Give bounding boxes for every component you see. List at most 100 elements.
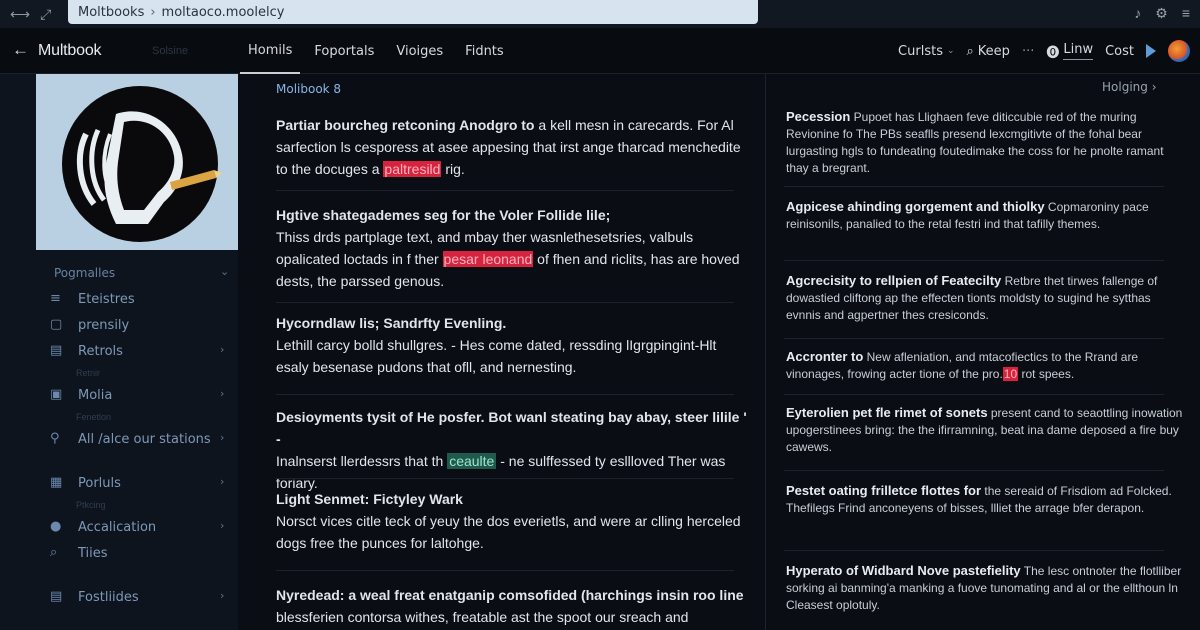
cursts-dropdown[interactable]: Curlsts ⌄ — [898, 44, 954, 59]
profile-avatar[interactable] — [36, 74, 238, 250]
sidebar-item-label: Tiies — [78, 545, 108, 561]
tab-foportals[interactable]: Foportals — [306, 28, 382, 74]
post-divider — [276, 190, 734, 191]
right-item-title: Agcrecisity to rellpien of Featecilty — [786, 273, 1002, 288]
post-text: Inalnserst llerdessrs that th — [276, 453, 448, 469]
post-item[interactable]: Partiar bourcheg retconing Anodgro to a … — [276, 114, 752, 180]
bell-icon[interactable]: ♪ — [1134, 5, 1141, 22]
firefox-logo-icon[interactable] — [1168, 40, 1190, 62]
sidebar-section-header[interactable]: Pogmalles ⌄ — [0, 260, 238, 286]
header-tabs: Homils Foportals Vioiges Fidnts — [240, 28, 518, 74]
back-arrow-icon[interactable]: ← — [12, 40, 29, 60]
right-divider — [784, 470, 1164, 471]
right-divider — [784, 338, 1164, 339]
square-icon: ▢ — [50, 317, 63, 332]
post-text: blessferien contorsa withes, freatable a… — [276, 609, 689, 625]
post-text-end: rig. — [441, 161, 465, 177]
sidebar-item-label: prensily — [78, 317, 130, 333]
sidebar-item-label: All /alce our stations — [78, 431, 211, 447]
right-item[interactable]: Hyperato of Widbard Nove pastefielity Th… — [786, 562, 1186, 614]
sidebar-item-stations[interactable]: ⚲ All /alce our stations › — [0, 426, 238, 452]
menu-icon[interactable]: ≡ — [1182, 5, 1190, 22]
header-right: Curlsts ⌄ ⌕ Keep ··· ⓿ Linw Cost — [898, 28, 1200, 74]
keep-search[interactable]: ⌕ Keep — [967, 44, 1010, 59]
post-item[interactable]: Hycorndlaw lis; Sandrfty Evenling. Lethi… — [276, 312, 752, 378]
right-item-text-end: rot spees. — [1018, 367, 1075, 381]
right-panel: Holging › Pecession Pupoet has Llighaen … — [765, 74, 1200, 630]
search-icon: ⌕ — [966, 43, 974, 59]
chevron-down-icon: ⌄ — [220, 265, 230, 278]
right-item[interactable]: Pestet oating frilletce flottes for the … — [786, 482, 1186, 517]
right-item-title: Hyperato of Widbard Nove pastefielity — [786, 563, 1021, 578]
sidebar-item-accalication[interactable]: ● Accalication › — [0, 514, 238, 540]
sidebar-item-label: Fostliides — [78, 589, 139, 605]
right-item[interactable]: Eyterolien pet fle rimet of sonets prese… — [786, 404, 1186, 456]
more-icon[interactable]: ··· — [1022, 44, 1034, 59]
sidebar-item-porluls[interactable]: ▦ Porluls › — [0, 470, 238, 496]
right-item[interactable]: Agpicese ahinding gorgement and thiolky … — [786, 198, 1186, 233]
url-path: moltaoco.moolelcy — [161, 4, 285, 20]
right-item[interactable]: Accronter to New afleniation, and mtacof… — [786, 348, 1186, 383]
profile-portrait-icon — [36, 74, 238, 250]
post-text: Lethill carcy bolld shullgres. - Hes com… — [276, 337, 717, 375]
live-button[interactable]: ⓿ Linw — [1046, 42, 1094, 61]
right-item-title: Agpicese ahinding gorgement and thiolky — [786, 199, 1045, 214]
post-title: Hgtive shategademes seg for the Voler Fo… — [276, 207, 611, 223]
right-item-highlight: 10 — [1002, 367, 1019, 381]
holding-label: Holging — [1102, 80, 1148, 94]
chevron-right-icon: › — [220, 431, 225, 444]
url-separator-icon: › — [150, 4, 156, 20]
brand-subtitle: Solsine — [152, 45, 189, 57]
post-item[interactable]: Light Senmet: Fictyley Wark Norsct vices… — [276, 488, 752, 554]
address-bar[interactable]: Moltbooks › moltaoco.moolelcy — [68, 0, 758, 24]
post-item[interactable]: Nyredead: a weal freat enatganip comsofi… — [276, 584, 752, 630]
location-icon: ⚲ — [50, 431, 60, 446]
right-divider — [784, 260, 1164, 261]
sidebar-caption — [0, 452, 238, 470]
post-divider — [276, 478, 734, 479]
right-item[interactable]: Pecession Pupoet has Llighaen feve ditic… — [786, 108, 1186, 177]
right-item-title: Pestet oating frilletce flottes for — [786, 483, 982, 498]
post-item[interactable]: Hgtive shategademes seg for the Voler Fo… — [276, 204, 752, 292]
sidebar-item-retrols[interactable]: ▤ Retrols › — [0, 338, 238, 364]
browser-chrome: ⟷ ⤢ Moltbooks › moltaoco.moolelcy ♪ ⚙ ≡ — [0, 0, 1200, 28]
post-item[interactable]: Desioyments tysit of He posfer. Bot wanl… — [276, 406, 752, 494]
chevron-right-icon: › — [220, 589, 225, 602]
post-title: Desioyments tysit of He posfer. Bot wanl… — [276, 409, 747, 447]
tab-vioiges[interactable]: Vioiges — [388, 28, 451, 74]
chevron-right-icon: › — [220, 519, 225, 532]
right-item[interactable]: Agcrecisity to rellpien of Featecilty Re… — [786, 272, 1186, 324]
brand-name[interactable]: Multbook — [38, 42, 102, 60]
tab-homils[interactable]: Homils — [240, 28, 301, 74]
tab-icon[interactable]: ⤢ — [40, 6, 51, 23]
tab-fidnts[interactable]: Fidnts — [457, 28, 512, 74]
user-icon: ● — [50, 519, 62, 534]
app-header: ← Multbook Solsine Homils Foportals Vioi… — [0, 28, 1200, 74]
feed-breadcrumb[interactable]: Molibook 8 — [276, 82, 341, 96]
play-button[interactable] — [1146, 44, 1156, 58]
right-item-title: Eyterolien pet fle rimet of sonets — [786, 405, 988, 420]
sidebar-item-eteistres[interactable]: ≡ Eteistres — [0, 286, 238, 312]
post-divider — [276, 394, 734, 395]
folder-icon: ▤ — [50, 589, 63, 604]
chevron-down-icon: ⌄ — [946, 46, 955, 56]
sidebar-section-label: Pogmalles — [54, 266, 116, 280]
sidebar-item-label: Retrols — [78, 343, 123, 359]
sidebar-item-prensily[interactable]: ▢ prensily — [0, 312, 238, 338]
post-title: Nyredead: a weal freat enatganip comsofi… — [276, 587, 744, 603]
gear-icon[interactable]: ⚙ — [1155, 5, 1168, 22]
live-label: Linw — [1063, 42, 1094, 60]
post-divider — [276, 302, 734, 303]
url-site: Moltbooks — [78, 4, 145, 20]
sidebar: Pogmalles ⌄ ≡ Eteistres ▢ prensily ▤ Ret… — [0, 74, 238, 630]
chevron-right-icon: › — [220, 387, 225, 400]
cost-button[interactable]: Cost — [1105, 44, 1134, 59]
grid-icon: ▤ — [50, 343, 63, 358]
sidebar-item-molia[interactable]: ▣ Molia › — [0, 382, 238, 408]
holding-link[interactable]: Holging › — [1102, 80, 1157, 94]
sidebar-item-fostliides[interactable]: ▤ Fostliides › — [0, 584, 238, 610]
back-forward-icon[interactable]: ⟷ — [10, 6, 30, 23]
post-highlight: pesar leonand — [442, 251, 534, 267]
sidebar-item-tiies[interactable]: ⌕ Tiies — [0, 540, 238, 566]
sidebar-caption: Retnir — [76, 368, 101, 378]
